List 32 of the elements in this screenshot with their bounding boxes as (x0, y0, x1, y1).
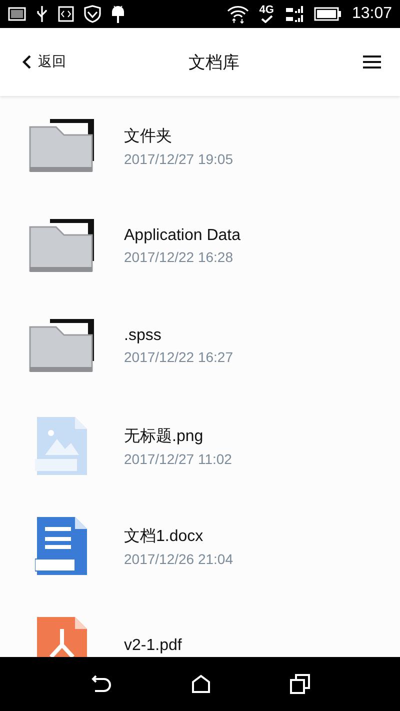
chevron-icon (22, 55, 32, 69)
home-icon[interactable] (190, 674, 211, 694)
recent-apps-icon[interactable] (290, 674, 310, 694)
file-name[interactable]: Application Data (124, 227, 241, 245)
usb-icon (36, 5, 48, 23)
picture-notification-icon (8, 7, 26, 21)
back-icon[interactable] (90, 675, 112, 693)
folder-icon (28, 317, 96, 375)
page-title: 文档库 (188, 52, 240, 74)
file-date: 2017/12/27 19:05 (124, 150, 233, 166)
clock: 13:07 (352, 5, 392, 23)
code-icon (58, 6, 74, 22)
file-date: 2017/12/22 16:28 (124, 249, 234, 265)
folder-icon (28, 217, 96, 275)
shield-icon (84, 5, 101, 23)
file-name[interactable]: 文件夹 (124, 126, 233, 146)
menu-icon[interactable] (362, 55, 382, 69)
folder-icon (28, 117, 96, 175)
word-file-icon (35, 515, 89, 577)
signal-icon (284, 5, 304, 23)
file-name[interactable]: 无标题.png (124, 426, 232, 446)
battery-icon (314, 7, 342, 21)
back-button[interactable]: 返回 (22, 53, 66, 71)
file-name[interactable]: 文档1.docx (124, 526, 233, 546)
file-name[interactable]: v2-1.pdf (124, 637, 182, 655)
file-date: 2017/12/22 16:27 (124, 349, 233, 365)
file-name[interactable]: .spss (124, 327, 233, 345)
wifi-icon (227, 4, 250, 24)
file-date: 2017/12/26 21:04 (124, 550, 233, 566)
image-file-icon (35, 415, 89, 477)
network-type: 4G (259, 5, 274, 23)
file-date: 2017/12/27 11:02 (124, 450, 232, 466)
